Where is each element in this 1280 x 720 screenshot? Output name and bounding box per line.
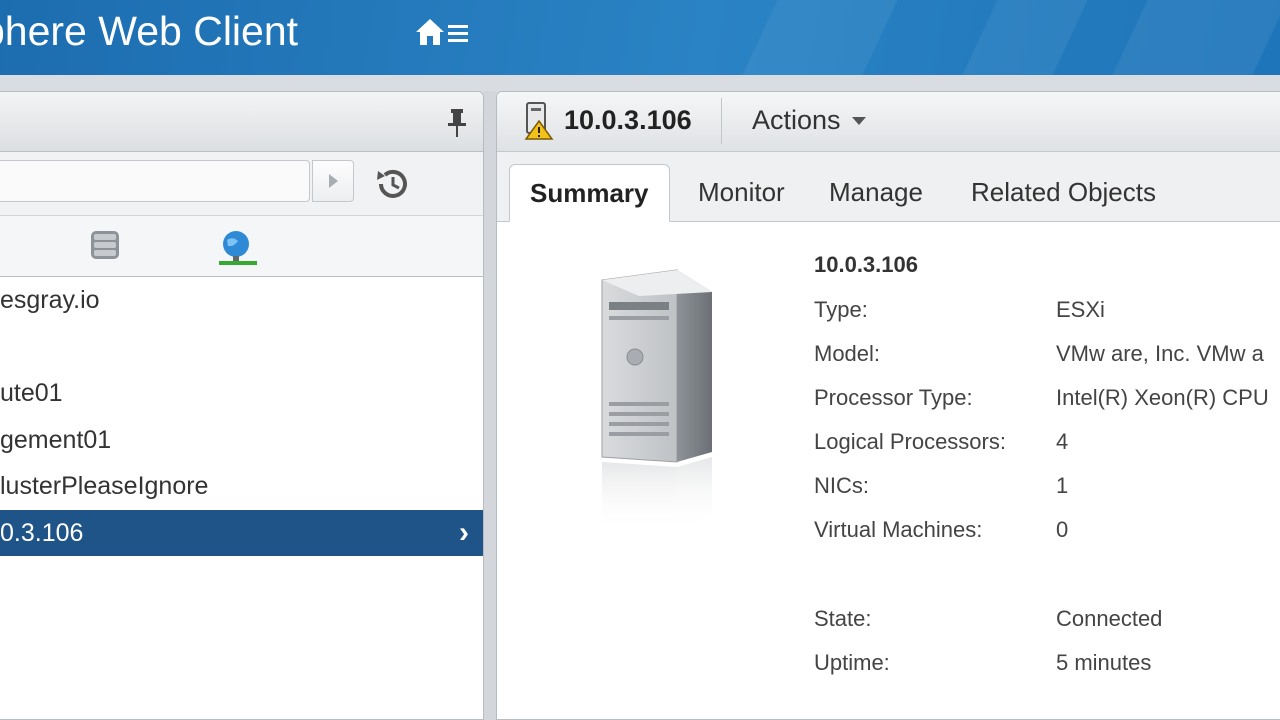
caret-down-icon — [851, 116, 866, 125]
info-label: Type: — [814, 297, 868, 322]
info-label: Model: — [814, 341, 881, 366]
info-value: VMw are, Inc. VMw a — [1056, 341, 1264, 366]
host-name: 10.0.3.106 — [814, 252, 918, 277]
menu-icon — [448, 25, 468, 42]
info-label: State: — [814, 606, 872, 631]
info-value: Intel(R) Xeon(R) CPU — [1056, 385, 1269, 410]
info-value: 1 — [1056, 473, 1069, 498]
tree-item-selected[interactable]: 0.3.106 › — [0, 509, 483, 556]
info-row-processor-type: Processor Type: Intel(R) Xeon(R) CPU — [814, 385, 1269, 411]
server-image — [601, 269, 712, 532]
inventory-tree: esgray.io ute01 gement01 lusterPleaseIgn… — [0, 277, 483, 556]
tree-item[interactable]: gement01 — [0, 417, 483, 464]
info-label: Virtual Machines: — [814, 517, 983, 542]
storage-icon[interactable] — [88, 228, 122, 262]
chevron-right-icon[interactable]: › — [459, 510, 469, 556]
info-label: Uptime: — [814, 650, 890, 675]
tree-item[interactable] — [0, 324, 483, 371]
info-label: NICs: — [814, 473, 869, 498]
tree-item-label: gement01 — [0, 425, 112, 454]
info-value: ESXi — [1056, 297, 1105, 322]
pin-icon[interactable] — [444, 108, 470, 138]
info-row-model: Model: VMw are, Inc. VMw a — [814, 341, 1264, 367]
navigator-header — [0, 92, 483, 152]
home-menu-button[interactable] — [415, 16, 471, 48]
object-header: 10.0.3.106 Actions — [497, 92, 1280, 152]
object-tabs: Summary Monitor Manage Related Objects — [497, 152, 1280, 222]
info-label: Logical Processors: — [814, 429, 1006, 454]
info-row-virtual-machines: Virtual Machines: 0 — [814, 517, 1068, 543]
header-divider — [721, 98, 722, 144]
tree-item-label: 0.3.106 — [0, 518, 84, 547]
tree-item-label: esgray.io — [0, 286, 100, 314]
network-icon[interactable] — [216, 228, 258, 268]
info-row-nics: NICs: 1 — [814, 473, 1068, 499]
tab-summary[interactable]: Summary — [509, 164, 670, 222]
summary-content: 10.0.3.106 Type: ESXi Model: VMw are, Inc.… — [497, 222, 1280, 719]
info-value: 4 — [1056, 429, 1069, 454]
tab-manage[interactable]: Manage — [809, 164, 943, 222]
tree-item[interactable]: ute01 — [0, 370, 483, 417]
tree-item[interactable]: lusterPleaseIgnore — [0, 463, 483, 510]
play-arrow-icon — [329, 174, 338, 188]
search-input[interactable] — [0, 160, 310, 202]
app-title: phere Web Client — [0, 8, 299, 54]
info-value: 5 minutes — [1056, 650, 1152, 675]
object-panel: 10.0.3.106 Actions Summary Monitor Manag… — [496, 91, 1280, 720]
actions-menu-button[interactable]: Actions — [752, 105, 867, 136]
home-icon — [416, 19, 444, 45]
info-row-type: Type: ESXi — [814, 297, 1105, 323]
actions-label: Actions — [752, 105, 841, 135]
tree-item-label: lusterPleaseIgnore — [0, 472, 209, 500]
tree-item[interactable]: esgray.io — [0, 277, 483, 324]
tab-related-objects[interactable]: Related Objects — [951, 164, 1176, 222]
top-header-bar: phere Web Client — [0, 0, 1280, 75]
info-row-state: State: Connected — [814, 606, 1162, 632]
host-warning-icon — [524, 102, 554, 140]
history-icon[interactable] — [373, 165, 413, 203]
tree-item-label: ute01 — [0, 379, 63, 407]
info-value: 0 — [1056, 517, 1069, 542]
object-title: 10.0.3.106 — [564, 105, 692, 135]
info-label: Processor Type: — [814, 385, 973, 410]
search-go-button[interactable] — [312, 160, 354, 202]
info-value: Connected — [1056, 606, 1163, 631]
info-row-uptime: Uptime: 5 minutes — [814, 650, 1151, 676]
tab-monitor[interactable]: Monitor — [678, 164, 805, 222]
info-row-logical-processors: Logical Processors: 4 — [814, 429, 1068, 455]
panel-splitter[interactable] — [484, 91, 496, 720]
